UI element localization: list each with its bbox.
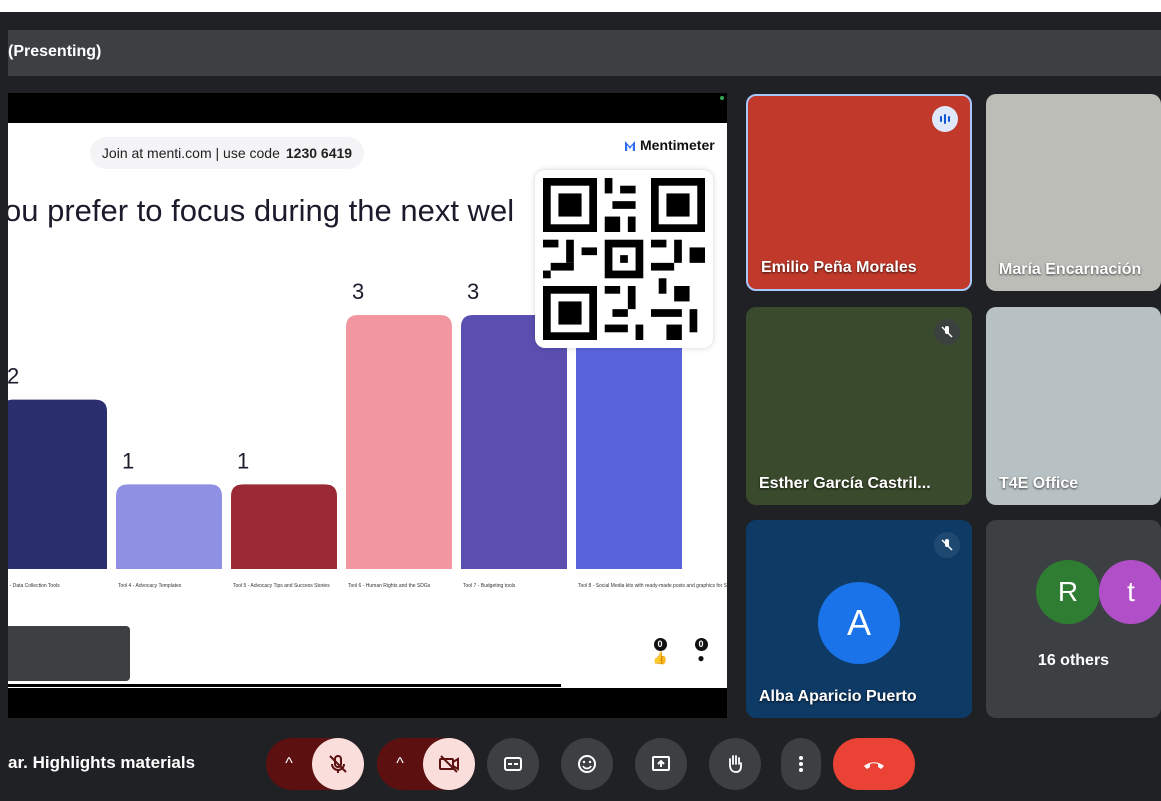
chart-category-label: Tool 7 - Budgeting tools (463, 583, 516, 589)
leave-call-button[interactable] (833, 738, 915, 790)
meeting-title: ar. Highlights materials (8, 753, 196, 772)
thumbs-up-icon: 👍 (652, 651, 668, 665)
raise-hand-icon (729, 755, 742, 773)
slide-caption-overlay (8, 626, 130, 681)
chart-bar (231, 484, 337, 569)
chart-bar (461, 315, 567, 569)
participant-name: María Encarnación (999, 261, 1142, 278)
chart-category-label: Tool 6 - Human Rights and the SDGs (348, 583, 431, 589)
closed-captions-icon (504, 757, 522, 771)
chart-bar (116, 484, 222, 569)
participant-tile-maria[interactable]: María Encarnación (986, 94, 1161, 291)
participant-name: Alba Aparicio Puerto (759, 688, 917, 705)
chart-bar (576, 315, 682, 569)
camera-options-button[interactable]: ^ (377, 738, 423, 790)
emoji-icon (578, 755, 596, 773)
top-strip (0, 0, 1161, 12)
camera-toggle-button[interactable] (423, 738, 475, 790)
avatar: t (1099, 560, 1161, 624)
participant-name: Esther García Castril... (759, 475, 931, 492)
meet-window: (Presenting) Join at menti.com | use cod… (0, 0, 1161, 801)
camera-control: ^ (377, 738, 475, 790)
chart-value-label: 3 (352, 279, 364, 304)
mic-off-icon (329, 755, 347, 773)
present-screen-icon (652, 756, 670, 771)
reactions-count: 0 (653, 638, 667, 651)
emoji-button[interactable] (561, 738, 613, 790)
present-button[interactable] (635, 738, 687, 790)
chart-bar (8, 399, 107, 569)
hang-up-icon (864, 762, 884, 769)
presenting-bar: (Presenting) (8, 30, 1161, 76)
speaking-indicator-icon (932, 106, 958, 132)
chart-category-label: Tool 4 - Advocacy Templates (118, 583, 182, 589)
participants-count: 0 (694, 638, 708, 651)
avatar: A (818, 582, 900, 664)
slide-progress-line (8, 684, 561, 687)
chart-value-label: 3 (467, 279, 479, 304)
participants-stat: 0 ● (693, 638, 709, 665)
mentimeter-slide: Join at menti.com | use code 1230 6419 Me… (8, 123, 727, 688)
status-dot (720, 96, 724, 100)
mic-options-button[interactable]: ^ (266, 738, 312, 790)
participant-tile-emilio[interactable]: Emilio Peña Morales (746, 94, 972, 291)
chart-value-label: 2 (8, 364, 19, 389)
mic-off-icon (934, 319, 960, 345)
reactions-stat: 0 👍 (652, 638, 668, 665)
raise-hand-button[interactable] (709, 738, 761, 790)
chart-value-label: 1 (237, 448, 249, 473)
others-tile[interactable]: R t 16 others (986, 520, 1161, 718)
title-bar (0, 12, 1161, 30)
participant-tile-esther[interactable]: Esther García Castril... (746, 307, 972, 505)
chart-category-label: Tool 8 - Social Media kits with ready-ma… (578, 583, 727, 589)
more-options-button[interactable] (781, 738, 821, 790)
slide-stats: 0 👍 0 ● (648, 638, 718, 674)
chart-category-label: l 3 - Data Collection Tools (8, 583, 60, 589)
others-count: 16 others (1037, 652, 1110, 669)
qr-code-panel (535, 170, 713, 348)
more-options-icon (799, 756, 803, 772)
camera-off-icon (439, 755, 459, 773)
participant-name: T4E Office (999, 475, 1079, 492)
participant-tile-t4e[interactable]: T4E Office (986, 307, 1161, 505)
avatar: R (1036, 560, 1100, 624)
mic-toggle-button[interactable] (312, 738, 364, 790)
presenting-label: (Presenting) (8, 43, 102, 60)
participant-name: Emilio Peña Morales (761, 259, 917, 276)
person-icon: ● (697, 651, 705, 665)
mic-off-icon (934, 532, 960, 558)
mic-control: ^ (266, 738, 364, 790)
chart-value-label: 1 (122, 448, 134, 473)
chart-bar (346, 315, 452, 569)
captions-button[interactable] (487, 738, 539, 790)
participant-tile-alba[interactable]: A Alba Aparicio Puerto (746, 520, 972, 718)
chart-category-label: Tool 5 - Advocacy Tips and Success Stori… (233, 583, 330, 589)
qr-code-icon (543, 178, 705, 340)
